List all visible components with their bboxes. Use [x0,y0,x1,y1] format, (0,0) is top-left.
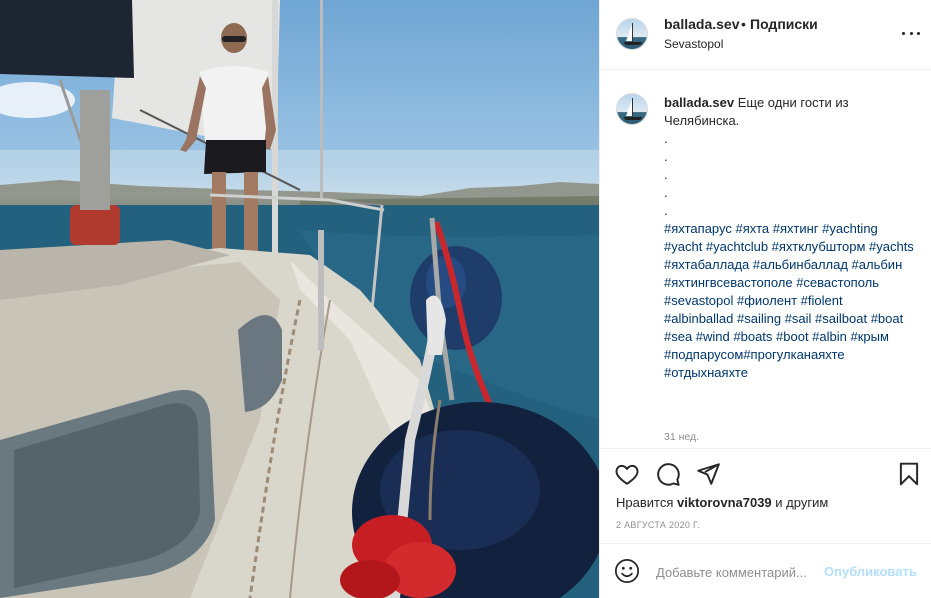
likes-user-link[interactable]: viktorovna7039 [677,495,772,510]
caption: ballada.sev Еще одни гости из Челябинска… [664,94,914,382]
caption-dots: . . . . . [664,130,914,220]
bookmark-icon[interactable] [896,461,922,487]
likes-suffix: и другим [775,495,829,510]
side-panel: ballada.sev • Подписки Sevastopol ballad… [599,0,931,598]
caption-dot: . [664,149,668,164]
instagram-post: ballada.sev • Подписки Sevastopol ballad… [0,0,931,598]
avatar[interactable] [616,18,648,50]
caption-dot: . [664,131,668,146]
comment-icon[interactable] [655,461,681,487]
more-options-icon[interactable] [902,24,920,42]
likes-summary: Нравится viktorovna7039 и другим [616,495,828,510]
add-comment-bar: Опубликовать [600,543,931,598]
post-date[interactable]: 2 АВГУСТА 2020 Г. [616,520,700,530]
caption-dot: . [664,167,668,182]
publish-button[interactable]: Опубликовать [824,564,917,579]
action-bar: Нравится viktorovna7039 и другим 2 АВГУС… [600,448,931,543]
paper-plane-icon[interactable] [695,461,721,487]
post-age[interactable]: 31 нед. [664,431,699,443]
following-button[interactable]: Подписки [750,16,818,32]
comments-area[interactable]: ballada.sev Еще одни гости из Челябинска… [600,71,931,448]
caption-dot: . [664,185,668,200]
header-separator: • [741,16,746,32]
caption-avatar[interactable] [616,93,648,125]
header-username[interactable]: ballada.sev [664,16,740,32]
caption-username[interactable]: ballada.sev [664,95,734,110]
smiley-icon[interactable] [614,558,640,584]
caption-dot: . [664,203,668,218]
comment-input[interactable] [656,562,821,582]
post-photo[interactable] [0,0,599,598]
location-link[interactable]: Sevastopol [664,37,723,51]
heart-icon[interactable] [614,461,640,487]
hashtags[interactable]: #яхтапарус #яхта #яхтинг #yachting #yach… [664,220,914,382]
yacht-scene [0,0,599,598]
likes-prefix: Нравится [616,495,674,510]
post-header: ballada.sev • Подписки Sevastopol [600,0,931,70]
